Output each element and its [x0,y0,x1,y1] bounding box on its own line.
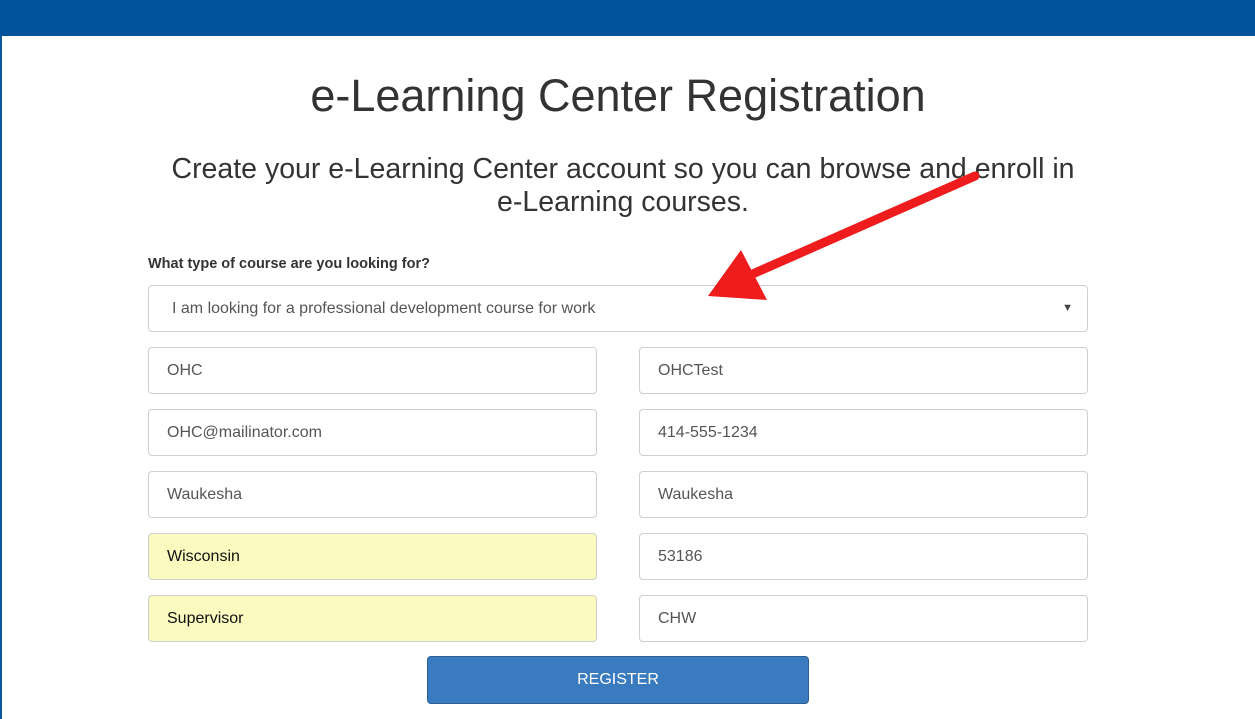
phone-value: 414-555-1234 [658,424,758,441]
zip-input[interactable]: 53186 [639,533,1088,580]
organization-input[interactable]: CHW [639,595,1088,642]
register-button[interactable]: REGISTER [427,656,809,704]
first-name-input[interactable]: OHC [148,347,597,394]
state-input[interactable]: Wisconsin [148,533,597,580]
county-input[interactable]: Waukesha [639,471,1088,518]
county-value: Waukesha [658,486,733,503]
email-input[interactable]: OHC@mailinator.com [148,409,597,456]
phone-input[interactable]: 414-555-1234 [639,409,1088,456]
last-name-value: OHCTest [658,362,723,379]
state-value: Wisconsin [167,548,240,565]
first-name-value: OHC [167,362,203,379]
page-title: e-Learning Center Registration [310,70,926,121]
organization-value: CHW [658,610,697,627]
header-bar [0,0,1255,36]
last-name-input[interactable]: OHCTest [639,347,1088,394]
course-type-label: What type of course are you looking for? [148,256,430,272]
page-subtitle: Create your e-Learning Center account so… [171,153,1075,218]
zip-value: 53186 [658,548,703,565]
caret-down-icon: ▼ [1062,302,1073,314]
job-title-input[interactable]: Supervisor [148,595,597,642]
city-value: Waukesha [167,486,242,503]
email-value: OHC@mailinator.com [167,424,322,441]
city-input[interactable]: Waukesha [148,471,597,518]
course-type-select[interactable]: I am looking for a professional developm… [148,285,1088,332]
course-type-selected-value: I am looking for a professional developm… [172,300,596,317]
job-title-value: Supervisor [167,610,244,627]
